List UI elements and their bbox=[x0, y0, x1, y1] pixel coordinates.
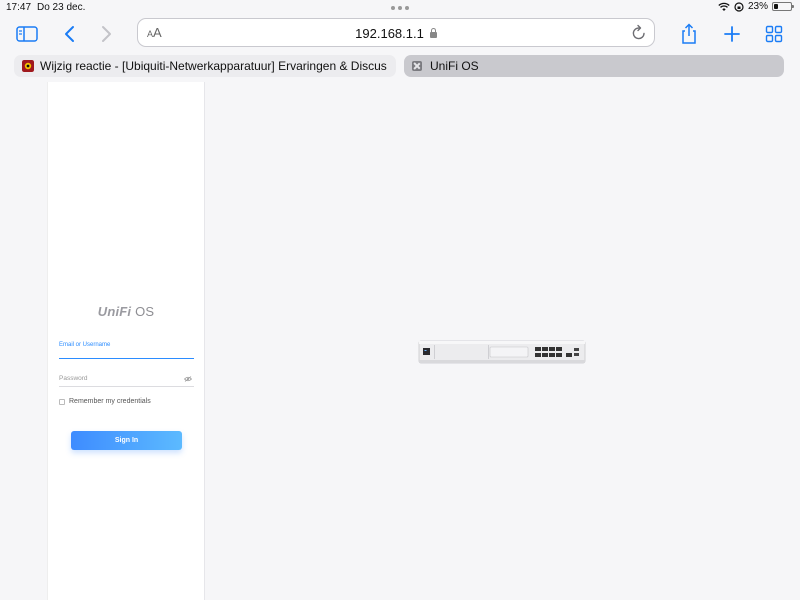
back-icon[interactable] bbox=[56, 22, 82, 46]
show-password-icon[interactable] bbox=[184, 376, 192, 382]
status-bar: 17:47 Do 23 dec. 23% bbox=[0, 0, 800, 16]
sign-in-button[interactable]: Sign In bbox=[71, 431, 182, 450]
battery-percentage: 23% bbox=[747, 1, 768, 12]
status-date: Do 23 dec. bbox=[37, 2, 86, 13]
orientation-lock-icon bbox=[734, 1, 744, 12]
login-panel: UniFi OS Email or Username Password Reme… bbox=[47, 82, 205, 600]
url-field[interactable]: 192.168.1.1 bbox=[138, 26, 654, 41]
status-time: 17:47 bbox=[6, 2, 32, 13]
address-bar[interactable]: AA 192.168.1.1 bbox=[137, 18, 655, 47]
password-field[interactable]: Password bbox=[59, 372, 194, 387]
status-indicators: 23% bbox=[718, 1, 794, 12]
web-page: UniFi OS Email or Username Password Reme… bbox=[0, 82, 800, 600]
tab-bar: Wijzig reactie - [Ubiquiti-Netwerkappara… bbox=[0, 54, 800, 78]
lock-icon bbox=[429, 28, 437, 38]
tab-label: UniFi OS bbox=[430, 59, 479, 73]
tab-wijzig-reactie[interactable]: Wijzig reactie - [Ubiquiti-Netwerkappara… bbox=[14, 55, 396, 77]
tab-label: Wijzig reactie - [Ubiquiti-Netwerkappara… bbox=[40, 59, 387, 73]
remember-label: Remember my credentials bbox=[69, 398, 151, 405]
share-icon[interactable] bbox=[676, 22, 702, 46]
sidebar-icon[interactable] bbox=[14, 22, 40, 46]
reload-icon[interactable] bbox=[631, 24, 647, 41]
tweakers-favicon-icon bbox=[22, 60, 34, 72]
remember-credentials-checkbox[interactable]: Remember my credentials bbox=[59, 398, 151, 405]
unifi-dream-machine-illustration bbox=[418, 340, 586, 364]
new-tab-icon[interactable] bbox=[719, 22, 745, 46]
email-label: Email or Username bbox=[59, 342, 111, 348]
url-text: 192.168.1.1 bbox=[355, 26, 424, 41]
browser-toolbar: AA 192.168.1.1 bbox=[0, 16, 800, 52]
close-tab-icon[interactable] bbox=[412, 61, 422, 71]
battery-icon bbox=[772, 2, 794, 11]
tab-overview-icon[interactable] bbox=[761, 22, 787, 46]
wifi-icon bbox=[718, 2, 730, 11]
forward-icon[interactable] bbox=[94, 22, 120, 46]
password-label: Password bbox=[59, 375, 88, 382]
email-field[interactable]: Email or Username bbox=[59, 340, 194, 359]
tab-unifi-os[interactable]: UniFi OS bbox=[404, 55, 784, 77]
checkbox-box[interactable] bbox=[59, 398, 65, 405]
unifi-os-logo: UniFi OS bbox=[97, 304, 155, 319]
multitasking-dots-icon[interactable] bbox=[391, 6, 409, 10]
